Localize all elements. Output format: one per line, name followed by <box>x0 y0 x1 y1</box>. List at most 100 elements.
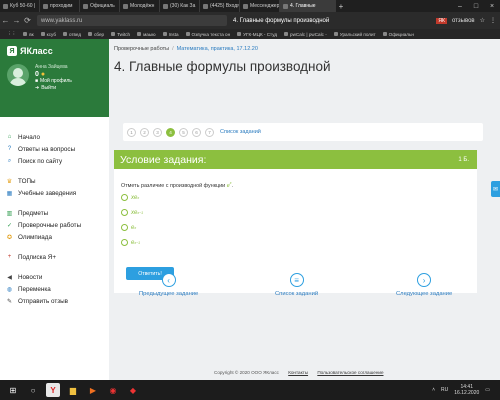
browser-icon[interactable]: ◉ <box>106 383 120 397</box>
tab-favicon-icon <box>3 3 8 9</box>
sidebar-item[interactable]: ▦ Учебные заведения <box>0 187 109 199</box>
sidebar-item[interactable]: ⌂ Начало <box>0 131 109 143</box>
prev-task-link[interactable]: ‹ Предыдущее задание <box>139 273 198 297</box>
menu-icon[interactable]: ⋮ <box>490 17 496 24</box>
app-icon[interactable]: ◆ <box>126 383 140 397</box>
bookmark-item[interactable]: Twitch <box>111 32 130 37</box>
media-icon[interactable]: ▶ <box>86 383 100 397</box>
sidebar-item-label: Новости <box>18 273 43 281</box>
sidebar-item[interactable]: ⌕ Поиск по сайту <box>0 155 109 167</box>
points-counter: 0 ● <box>35 71 72 78</box>
browser-tab[interactable]: Молодёжн <box>120 0 160 12</box>
notifications-icon[interactable]: ▭ <box>485 387 490 393</box>
page-number[interactable]: 2 <box>140 127 149 137</box>
site-logo[interactable]: Я ЯКласс <box>7 46 104 56</box>
avatar[interactable] <box>7 64 29 86</box>
sidebar-item[interactable]: ◍ Переменка <box>0 283 109 295</box>
url-input[interactable]: www.yaklass.ru <box>37 15 227 26</box>
sidebar-item[interactable]: ? Ответы на вопросы <box>0 143 109 155</box>
breadcrumb-link[interactable]: Математика, практика, 17.12.20 <box>177 46 258 52</box>
radio-button[interactable] <box>121 209 128 216</box>
back-icon[interactable]: ← <box>0 16 11 25</box>
option-exponent: x−1 <box>134 240 141 245</box>
logout-icon: ➜ <box>35 85 40 91</box>
browser-tab[interactable]: (4425) Входя <box>200 0 240 12</box>
radio-button[interactable] <box>121 194 128 201</box>
page-number[interactable]: 7 <box>205 127 214 137</box>
page-number[interactable]: 3 <box>153 127 162 137</box>
answer-option[interactable]: ex <box>121 224 136 231</box>
bookmark-favicon-icon <box>111 32 116 36</box>
browser-tab[interactable]: 4. Главные <box>280 0 336 12</box>
bookmark-item[interactable]: отвед <box>62 32 81 37</box>
reload-icon[interactable]: ⟳ <box>22 16 33 25</box>
page-title: 4. Главные формулы производной <box>114 59 331 74</box>
lang-indicator[interactable]: RU <box>441 387 448 393</box>
tray-up-icon[interactable]: ˄ <box>432 387 435 393</box>
sidebar-item[interactable]: + Подписка Я+ <box>0 251 109 263</box>
close-icon[interactable]: × <box>484 3 500 10</box>
new-tab-icon[interactable]: + <box>336 2 346 11</box>
breadcrumb-root[interactable]: Проверочные работы <box>114 46 169 52</box>
browser-tab[interactable]: Мессенджер <box>240 0 280 12</box>
clock-date: 16.12.2020 <box>454 390 480 396</box>
extension-badge[interactable]: ЯК <box>436 17 447 24</box>
sidebar-item[interactable]: ✪ Олимпиада <box>0 231 109 243</box>
bookmark-item[interactable]: Уральский полит <box>333 32 376 37</box>
task-function: ex <box>227 181 232 189</box>
logout-link[interactable]: ➜ Выйти <box>35 85 72 92</box>
sidebar-item[interactable]: ▥ Предметы <box>0 207 109 219</box>
clock[interactable]: 14:41 16.12.2020 <box>454 384 479 396</box>
browser-tab[interactable]: проходим <box>40 0 80 12</box>
bookmark-item[interactable]: pwCalc | pwCalc - <box>284 32 327 37</box>
browser-tab[interactable]: Куб 50-60 | <box>0 0 40 12</box>
feedback-tab[interactable]: ✉ <box>491 181 500 197</box>
bookmark-item[interactable]: Официальн <box>382 32 414 37</box>
page-number[interactable]: 6 <box>192 127 201 137</box>
answer-option[interactable]: xe x−1 <box>121 209 143 216</box>
footer-copyright: Copyright © 2020 ООО ЯКласс <box>214 370 279 375</box>
bookmark-item[interactable]: УГК-МЦК - Студ <box>237 32 277 37</box>
bookmark-item[interactable]: ксуб <box>40 32 56 37</box>
page-number[interactable]: 5 <box>179 127 188 137</box>
feedback-icon: ✎ <box>6 298 13 305</box>
breadcrumb: Проверочные работы / Математика, практика,… <box>114 46 258 52</box>
files-icon[interactable]: ▆ <box>66 383 80 397</box>
minimize-icon[interactable]: – <box>452 3 468 10</box>
sidebar-item[interactable]: ✓ Проверочные работы <box>0 219 109 231</box>
radio-button[interactable] <box>121 224 128 231</box>
answer-option[interactable]: xe x <box>121 194 139 201</box>
forward-icon[interactable]: → <box>11 16 22 25</box>
browser-tab[interactable]: Официаль <box>80 0 120 12</box>
sidebar-item[interactable]: ◀ Новости <box>0 271 109 283</box>
bookmark-item[interactable]: вк <box>23 32 34 37</box>
logo-icon: Я <box>7 46 17 56</box>
sidebar-item[interactable]: ✎ Отправить отзыв <box>0 295 109 307</box>
footer-terms-link[interactable]: Пользовательское соглашение <box>317 370 383 375</box>
maximize-icon[interactable]: □ <box>468 3 484 10</box>
bookmark-item[interactable]: маыю <box>137 32 156 37</box>
next-task-link[interactable]: › Следующее задание <box>396 273 452 297</box>
start-icon[interactable]: ⊞ <box>6 383 20 397</box>
task-list-link[interactable]: ≡ Список заданий <box>275 273 318 297</box>
star-icon[interactable]: ☆ <box>480 17 485 24</box>
search-taskbar-icon[interactable]: ○ <box>26 383 40 397</box>
bookmark-item[interactable]: сбер <box>88 32 104 37</box>
bookmark-item[interactable]: Insta <box>162 32 179 37</box>
browser-tab[interactable]: (30) Как За <box>160 0 200 12</box>
footer-contacts-link[interactable]: Контакты <box>288 370 308 375</box>
prev-task-label: Предыдущее задание <box>139 291 199 297</box>
answer-option[interactable]: e x−1 <box>121 239 140 246</box>
task-list-pager-link[interactable]: Список заданий <box>220 129 261 135</box>
page-number[interactable]: 1 <box>127 127 136 137</box>
bookmark-item[interactable]: Озвучка текста он <box>185 32 230 37</box>
sidebar-item[interactable]: ♛ ТОПы <box>0 175 109 187</box>
apps-icon[interactable]: ⋮⋮ <box>7 31 16 37</box>
tab-label: Мессенджер <box>250 3 280 9</box>
page-number[interactable]: 4 <box>166 127 175 137</box>
extension-text[interactable]: отзывов <box>452 18 475 24</box>
radio-button[interactable] <box>121 239 128 246</box>
yandex-icon[interactable]: Y <box>46 383 60 397</box>
my-profile-link[interactable]: ■ Мой профиль <box>35 78 72 85</box>
sidebar-item-label: Поиск по сайту <box>18 157 63 165</box>
